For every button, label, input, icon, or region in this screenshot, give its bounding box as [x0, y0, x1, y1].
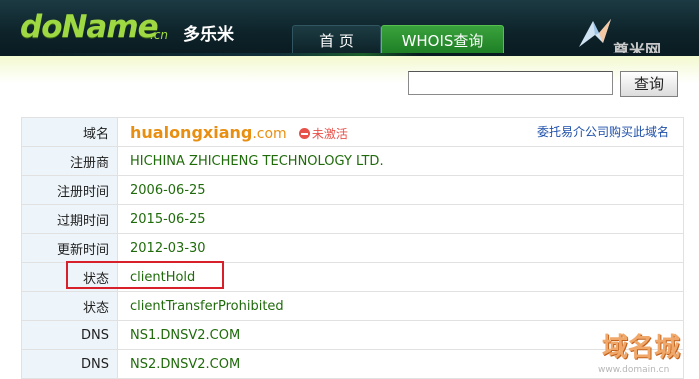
table-row: 状态 clientHold — [21, 262, 684, 292]
row-label: DNS — [21, 320, 118, 350]
nav-tab-home[interactable]: 首 页 — [292, 25, 381, 56]
row-label: DNS — [21, 349, 118, 379]
site-header: doName .cn 多乐米 首 页 WHOIS查询 尊米网 — [0, 0, 699, 56]
watermark-bottom-url: www.domain.cn — [598, 365, 670, 375]
table-row: 注册商 HICHINA ZHICHENG TECHNOLOGY LTD. — [21, 146, 684, 176]
logo-suffix: .cn — [150, 28, 169, 42]
search-button[interactable]: 查询 — [620, 71, 678, 97]
watermark-logo-top: 尊米网 — [575, 17, 685, 56]
whois-table: 域名 hualongxiang.com 未激活 委托易介公司购买此域名 注册商 … — [21, 117, 684, 379]
table-row: DNS NS1.DNSV2.COM — [21, 320, 684, 350]
watermark-bird-icon — [579, 19, 611, 47]
row-label: 注册时间 — [21, 175, 118, 205]
row-label: 过期时间 — [21, 204, 118, 234]
whois-search-input[interactable] — [408, 71, 613, 95]
domain-tld: .com — [252, 125, 287, 142]
brand-name: 多乐米 — [183, 25, 234, 45]
watermark-bottom-text: 域名城 — [602, 333, 681, 363]
row-label: 更新时间 — [21, 233, 118, 263]
table-row: DNS NS2.DNSV2.COM — [21, 349, 684, 379]
domain-name: hualongxiang — [130, 122, 253, 142]
inactive-status-badge: 未激活 — [298, 126, 348, 141]
updated-date-value: 2012-03-30 — [117, 233, 684, 263]
watermark-logo-bottom: 域名城 www.domain.cn — [598, 325, 696, 379]
table-row: 状态 clientTransferProhibited — [21, 291, 684, 321]
domain-cell: hualongxiang.com 未激活 委托易介公司购买此域名 — [117, 117, 684, 147]
status-badge-label: 未激活 — [311, 126, 348, 141]
row-label: 注册商 — [21, 146, 118, 176]
row-label: 域名 — [21, 117, 118, 147]
table-row-domain: 域名 hualongxiang.com 未激活 委托易介公司购买此域名 — [21, 117, 684, 147]
site-logo[interactable]: doName — [20, 9, 159, 45]
status-value: clientHold — [117, 262, 684, 292]
minus-circle-icon — [298, 127, 310, 139]
registration-date-value: 2006-06-25 — [117, 175, 684, 205]
row-label: 状态 — [21, 291, 118, 321]
table-row: 更新时间 2012-03-30 — [21, 233, 684, 263]
status-value: clientTransferProhibited — [117, 291, 684, 321]
expiry-date-value: 2015-06-25 — [117, 204, 684, 234]
table-row: 过期时间 2015-06-25 — [21, 204, 684, 234]
registrar-value: HICHINA ZHICHENG TECHNOLOGY LTD. — [117, 146, 684, 176]
broker-purchase-link[interactable]: 委托易介公司购买此域名 — [537, 123, 669, 140]
table-row: 注册时间 2006-06-25 — [21, 175, 684, 205]
row-label: 状态 — [21, 262, 118, 292]
nav-tab-whois[interactable]: WHOIS查询 — [381, 25, 504, 56]
